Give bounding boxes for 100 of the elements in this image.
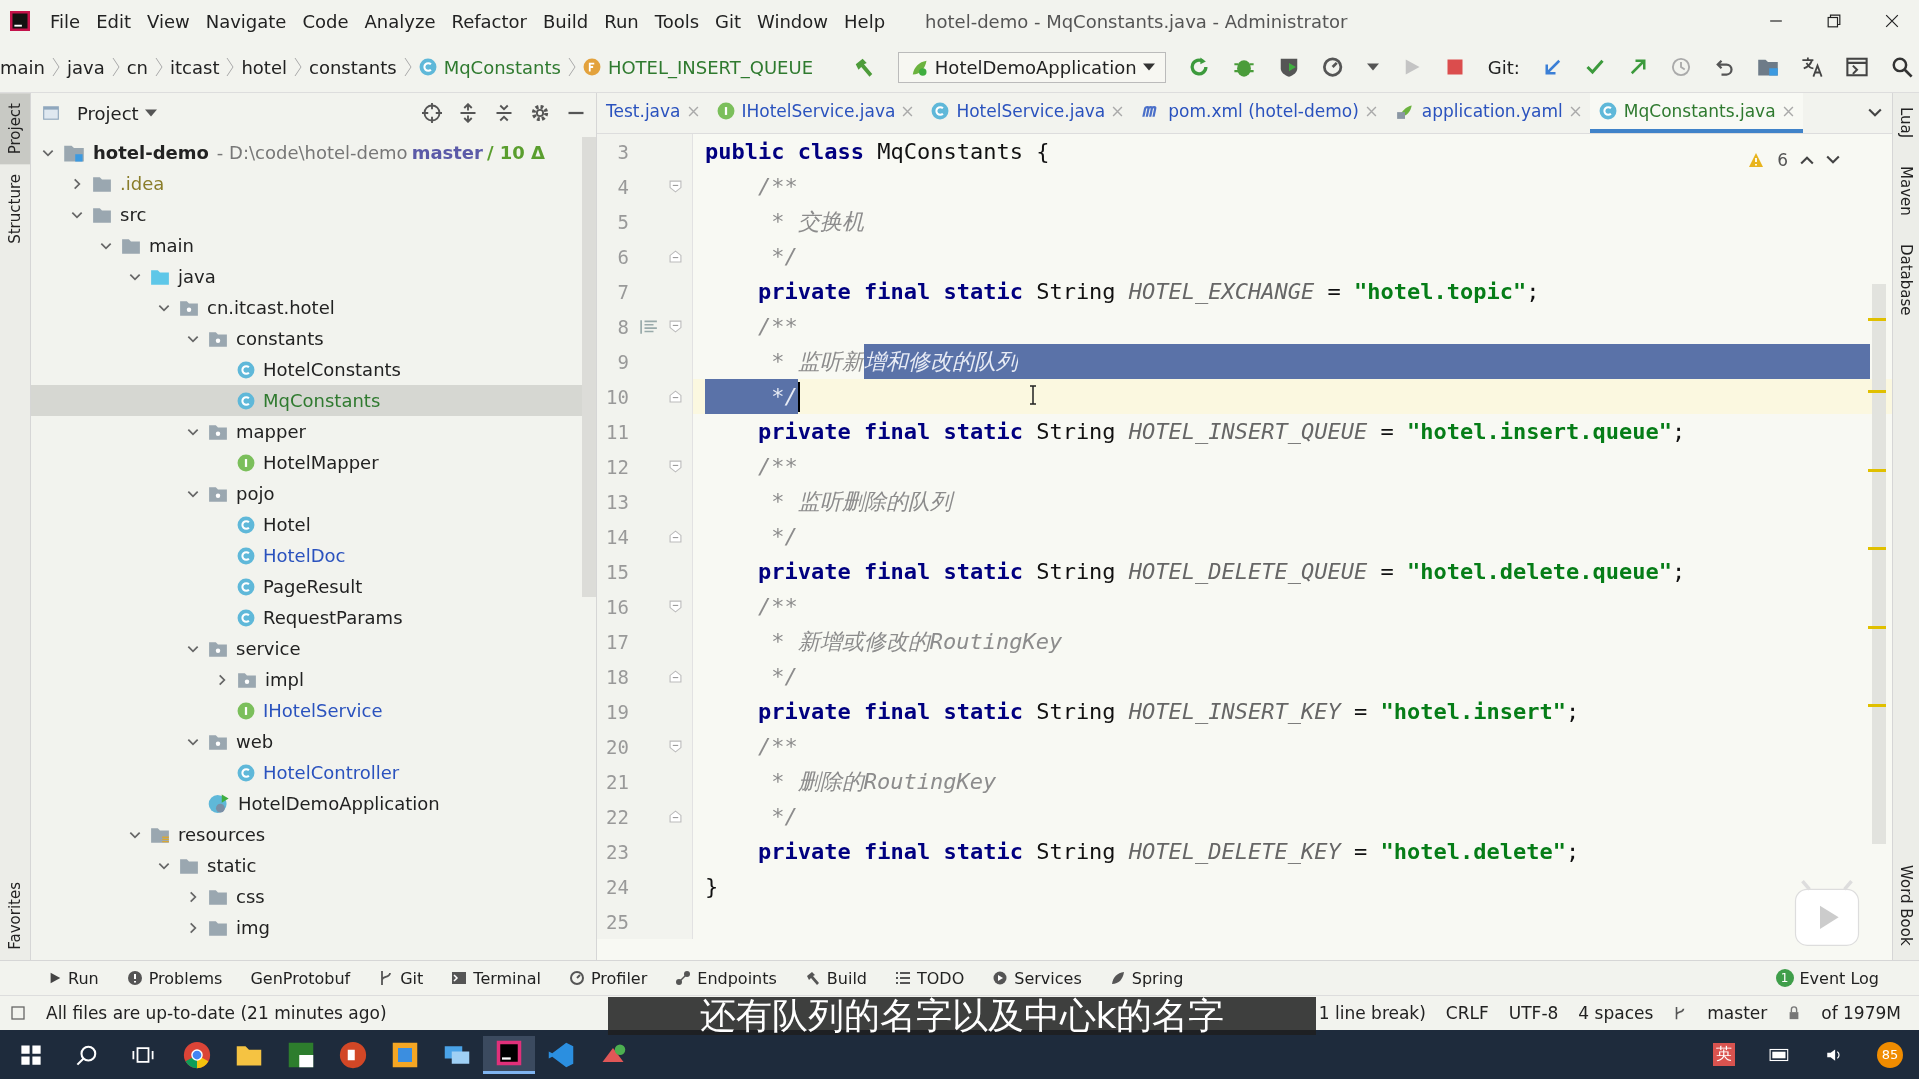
menu-item[interactable]: Build <box>535 10 597 32</box>
profiler-icon[interactable] <box>1322 56 1345 78</box>
menu-item[interactable]: Help <box>836 10 894 32</box>
tool-window-button[interactable]: Build <box>804 968 867 988</box>
tree-item[interactable]: MqConstants <box>31 385 582 416</box>
fold-marker-icon[interactable] <box>669 670 682 683</box>
expand-all-icon[interactable] <box>458 103 478 123</box>
menu-item[interactable]: Analyze <box>356 10 444 32</box>
tree-item[interactable]: css <box>31 881 582 912</box>
tree-item[interactable]: web <box>31 726 582 757</box>
tree-item[interactable]: HotelDoc <box>31 540 582 571</box>
editor-tab[interactable]: Test.java <box>597 93 708 133</box>
status-item[interactable]: CRLF <box>1445 1003 1489 1023</box>
editor-tab[interactable]: pom.xml (hotel-demo) <box>1132 93 1386 133</box>
editor-tab[interactable]: IHotelService.java <box>707 93 923 133</box>
translate-icon[interactable] <box>1801 56 1824 78</box>
menu-item[interactable]: View <box>139 10 198 32</box>
fold-marker-icon[interactable] <box>669 600 682 613</box>
tree-item[interactable]: pojo <box>31 478 582 509</box>
editor-tab[interactable]: HotelService.java <box>922 93 1133 133</box>
tree-item[interactable]: PageResult <box>31 571 582 602</box>
status-item[interactable]: 4 spaces <box>1578 1003 1654 1023</box>
tree-item[interactable]: .idea <box>31 168 582 199</box>
fold-marker-icon[interactable] <box>669 740 682 753</box>
fold-marker-icon[interactable] <box>669 180 682 193</box>
close-icon[interactable] <box>1885 14 1899 28</box>
tree-item[interactable]: RequestParams <box>31 602 582 633</box>
tree-item[interactable]: HotelConstants <box>31 354 582 385</box>
tool-window-button[interactable]: Endpoints <box>675 968 777 988</box>
menu-item[interactable]: Edit <box>88 10 139 32</box>
fold-marker-icon[interactable] <box>669 250 682 263</box>
tree-item[interactable]: Hotel <box>31 509 582 540</box>
breadcrumb[interactable]: main <box>0 56 45 78</box>
crosshair-icon[interactable] <box>422 103 442 123</box>
chevron-up-icon[interactable] <box>1800 155 1814 165</box>
tool-window-button[interactable]: Git <box>378 968 424 988</box>
tree-item[interactable]: HotelDemoApplication <box>31 788 582 819</box>
taskbar-button[interactable] <box>483 1035 535 1074</box>
menu-item[interactable]: Window <box>749 10 837 32</box>
status-item[interactable]: of 1979M <box>1821 1003 1901 1023</box>
tool-window-button[interactable]: TODO <box>895 968 965 988</box>
editor-tab[interactable]: application.yaml <box>1385 93 1590 133</box>
breadcrumb[interactable]: java <box>67 56 105 78</box>
collapse-all-icon[interactable] <box>494 103 514 123</box>
chevron-down-icon[interactable] <box>1826 155 1840 165</box>
tool-window-tab[interactable]: Project <box>0 93 30 165</box>
tool-window-button[interactable]: Services <box>992 968 1082 988</box>
windows-start-icon[interactable] <box>20 1043 42 1066</box>
restore-icon[interactable] <box>1827 14 1841 28</box>
tree-item[interactable]: impl <box>31 664 582 695</box>
tree-item[interactable]: java <box>31 261 582 292</box>
breadcrumb[interactable]: constants <box>309 56 397 78</box>
chevron-down-icon[interactable] <box>1868 108 1882 118</box>
tool-window-tab[interactable]: Favorites <box>0 872 30 960</box>
breadcrumb[interactable]: HOTEL_INSERT_QUEUE <box>607 56 814 78</box>
tool-window-button[interactable]: GenProtobuf <box>250 968 351 988</box>
menu-item[interactable]: Git <box>707 10 750 32</box>
window-icon[interactable] <box>1846 56 1869 78</box>
fold-marker-icon[interactable] <box>669 320 682 333</box>
search-icon[interactable] <box>1890 56 1913 78</box>
breadcrumb[interactable]: cn <box>126 56 148 78</box>
tree-item[interactable]: HotelMapper <box>31 447 582 478</box>
scrollbar[interactable] <box>582 137 596 597</box>
stop-icon[interactable] <box>1445 57 1466 77</box>
fold-marker-icon[interactable] <box>669 810 682 823</box>
event-log-button[interactable]: 1 Event Log <box>1775 968 1879 988</box>
tree-item[interactable]: mapper <box>31 416 582 447</box>
search-icon[interactable] <box>76 1043 98 1066</box>
menu-item[interactable]: Code <box>294 10 357 32</box>
tool-window-button[interactable]: Terminal <box>451 968 541 988</box>
status-item[interactable]: UTF-8 <box>1508 1003 1559 1023</box>
tool-window-tab[interactable]: Database <box>1893 229 1919 330</box>
tree-item[interactable]: service <box>31 633 582 664</box>
status-item[interactable]: 1 line break) <box>1318 1003 1426 1023</box>
tool-window-button[interactable]: Profiler <box>568 968 648 988</box>
arrow-icon[interactable] <box>1628 57 1649 77</box>
menu-item[interactable]: File <box>42 10 89 32</box>
caret-icon[interactable] <box>1367 63 1380 71</box>
menu-item[interactable]: Tools <box>646 10 708 32</box>
tree-item[interactable]: src <box>31 199 582 230</box>
run-configuration-dropdown[interactable]: HotelDemoApplication <box>897 51 1166 83</box>
undo-icon[interactable] <box>1713 57 1734 77</box>
input-method-indicator[interactable]: 英 <box>1713 1043 1735 1066</box>
tool-window-button[interactable]: Problems <box>126 968 223 988</box>
tree-item[interactable]: resources <box>31 819 582 850</box>
project-view-dropdown[interactable]: Project <box>77 102 157 124</box>
menu-item[interactable]: Run <box>596 10 647 32</box>
breadcrumb[interactable]: itcast <box>170 56 220 78</box>
fold-marker-icon[interactable] <box>669 390 682 403</box>
fold-marker-icon[interactable] <box>669 530 682 543</box>
tool-window-button[interactable]: Run <box>48 968 99 988</box>
tree-item[interactable]: constants <box>31 323 582 354</box>
tree-item[interactable]: IHotelService <box>31 695 582 726</box>
tool-window-button[interactable]: Spring <box>1109 968 1184 988</box>
tree-item[interactable]: static <box>31 850 582 881</box>
breadcrumb[interactable]: MqConstants <box>443 56 561 78</box>
tool-window-tab[interactable]: Structure <box>0 164 30 255</box>
tree-item[interactable]: HotelController <box>31 757 582 788</box>
tool-window-tab[interactable]: LuaJ <box>1893 93 1919 153</box>
menu-item[interactable]: Refactor <box>443 10 535 32</box>
